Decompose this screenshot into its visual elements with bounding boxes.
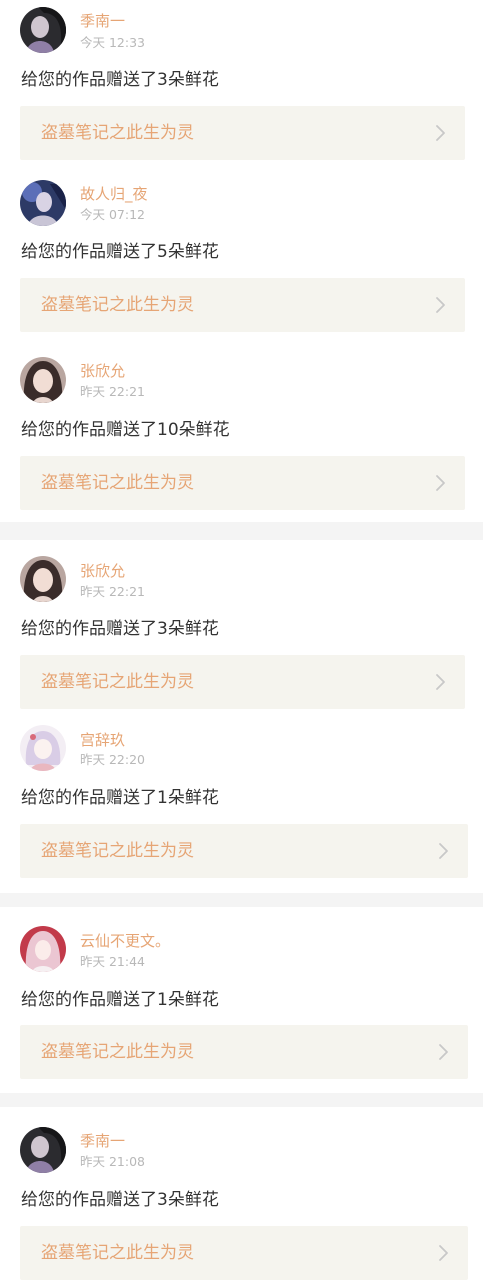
notification-item: 宫辞玖 昨天 22:20 给您的作品赠送了1朵鲜花 盗墓笔记之此生为灵 (0, 713, 483, 893)
avatar[interactable] (20, 556, 66, 602)
chevron-right-icon (436, 475, 445, 491)
avatar[interactable] (20, 1127, 66, 1173)
timestamp: 昨天 21:44 (80, 954, 145, 969)
girl-portrait-avatar-icon (20, 357, 66, 403)
chevron-right-icon (439, 1044, 448, 1060)
chevron-right-icon (436, 125, 445, 141)
avatar[interactable] (20, 180, 66, 226)
avatar[interactable] (20, 926, 66, 972)
chevron-right-icon (436, 297, 445, 313)
work-title: 盗墓笔记之此生为灵 (41, 1243, 194, 1263)
gift-message: 给您的作品赠送了3朵鲜花 (21, 1190, 219, 1210)
girl-portrait-avatar-icon (20, 556, 66, 602)
work-title: 盗墓笔记之此生为灵 (41, 841, 194, 861)
anime-portrait-avatar-icon (20, 725, 66, 771)
timestamp: 昨天 21:08 (80, 1154, 145, 1169)
work-link-card[interactable]: 盗墓笔记之此生为灵 (20, 456, 465, 510)
gift-message: 给您的作品赠送了3朵鲜花 (21, 619, 219, 639)
chevron-right-icon (439, 843, 448, 859)
timestamp: 昨天 22:21 (80, 384, 145, 399)
username[interactable]: 故人归_夜 (80, 185, 148, 203)
gift-message: 给您的作品赠送了10朵鲜花 (21, 420, 230, 440)
work-title: 盗墓笔记之此生为灵 (41, 123, 194, 143)
work-link-card[interactable]: 盗墓笔记之此生为灵 (20, 655, 465, 709)
work-title: 盗墓笔记之此生为灵 (41, 473, 194, 493)
avatar[interactable] (20, 357, 66, 403)
timestamp: 昨天 22:20 (80, 752, 145, 767)
night-portrait-avatar-icon (20, 180, 66, 226)
work-link-card[interactable]: 盗墓笔记之此生为灵 (20, 278, 465, 332)
avatar[interactable] (20, 725, 66, 771)
notification-item: 季南一 昨天 21:08 给您的作品赠送了3朵鲜花 盗墓笔记之此生为灵 (0, 1107, 483, 1280)
gift-message: 给您的作品赠送了3朵鲜花 (21, 70, 219, 90)
username[interactable]: 云仙不更文。 (80, 932, 170, 950)
chevron-right-icon (439, 1245, 448, 1261)
avatar[interactable] (20, 7, 66, 53)
timestamp: 昨天 22:21 (80, 584, 145, 599)
notification-item: 季南一 今天 12:33 给您的作品赠送了3朵鲜花 盗墓笔记之此生为灵 (0, 0, 483, 170)
section-divider (0, 1093, 483, 1107)
work-link-card[interactable]: 盗墓笔记之此生为灵 (20, 106, 465, 160)
dark-portrait-avatar-icon (20, 1127, 66, 1173)
work-title: 盗墓笔记之此生为灵 (41, 295, 194, 315)
section-divider (0, 522, 483, 540)
notification-item: 张欣允 昨天 22:21 给您的作品赠送了3朵鲜花 盗墓笔记之此生为灵 (0, 540, 483, 713)
work-link-card[interactable]: 盗墓笔记之此生为灵 (20, 1226, 468, 1280)
timestamp: 今天 12:33 (80, 35, 145, 50)
username[interactable]: 季南一 (80, 1132, 125, 1150)
username[interactable]: 张欣允 (80, 562, 125, 580)
notification-item: 故人归_夜 今天 07:12 给您的作品赠送了5朵鲜花 盗墓笔记之此生为灵 (0, 170, 483, 340)
username[interactable]: 张欣允 (80, 362, 125, 380)
work-title: 盗墓笔记之此生为灵 (41, 672, 194, 692)
pink-hair-portrait-avatar-icon (20, 926, 66, 972)
chevron-right-icon (436, 674, 445, 690)
username[interactable]: 季南一 (80, 12, 125, 30)
timestamp: 今天 07:12 (80, 207, 145, 222)
work-link-card[interactable]: 盗墓笔记之此生为灵 (20, 824, 468, 878)
notification-item: 云仙不更文。 昨天 21:44 给您的作品赠送了1朵鲜花 盗墓笔记之此生为灵 (0, 907, 483, 1093)
notification-item: 张欣允 昨天 22:21 给您的作品赠送了10朵鲜花 盗墓笔记之此生为灵 (0, 340, 483, 522)
section-divider (0, 893, 483, 907)
dark-portrait-avatar-icon (20, 7, 66, 53)
work-link-card[interactable]: 盗墓笔记之此生为灵 (20, 1025, 468, 1079)
gift-message: 给您的作品赠送了1朵鲜花 (21, 788, 219, 808)
work-title: 盗墓笔记之此生为灵 (41, 1042, 194, 1062)
username[interactable]: 宫辞玖 (80, 731, 125, 749)
gift-message: 给您的作品赠送了5朵鲜花 (21, 242, 219, 262)
gift-message: 给您的作品赠送了1朵鲜花 (21, 990, 219, 1010)
